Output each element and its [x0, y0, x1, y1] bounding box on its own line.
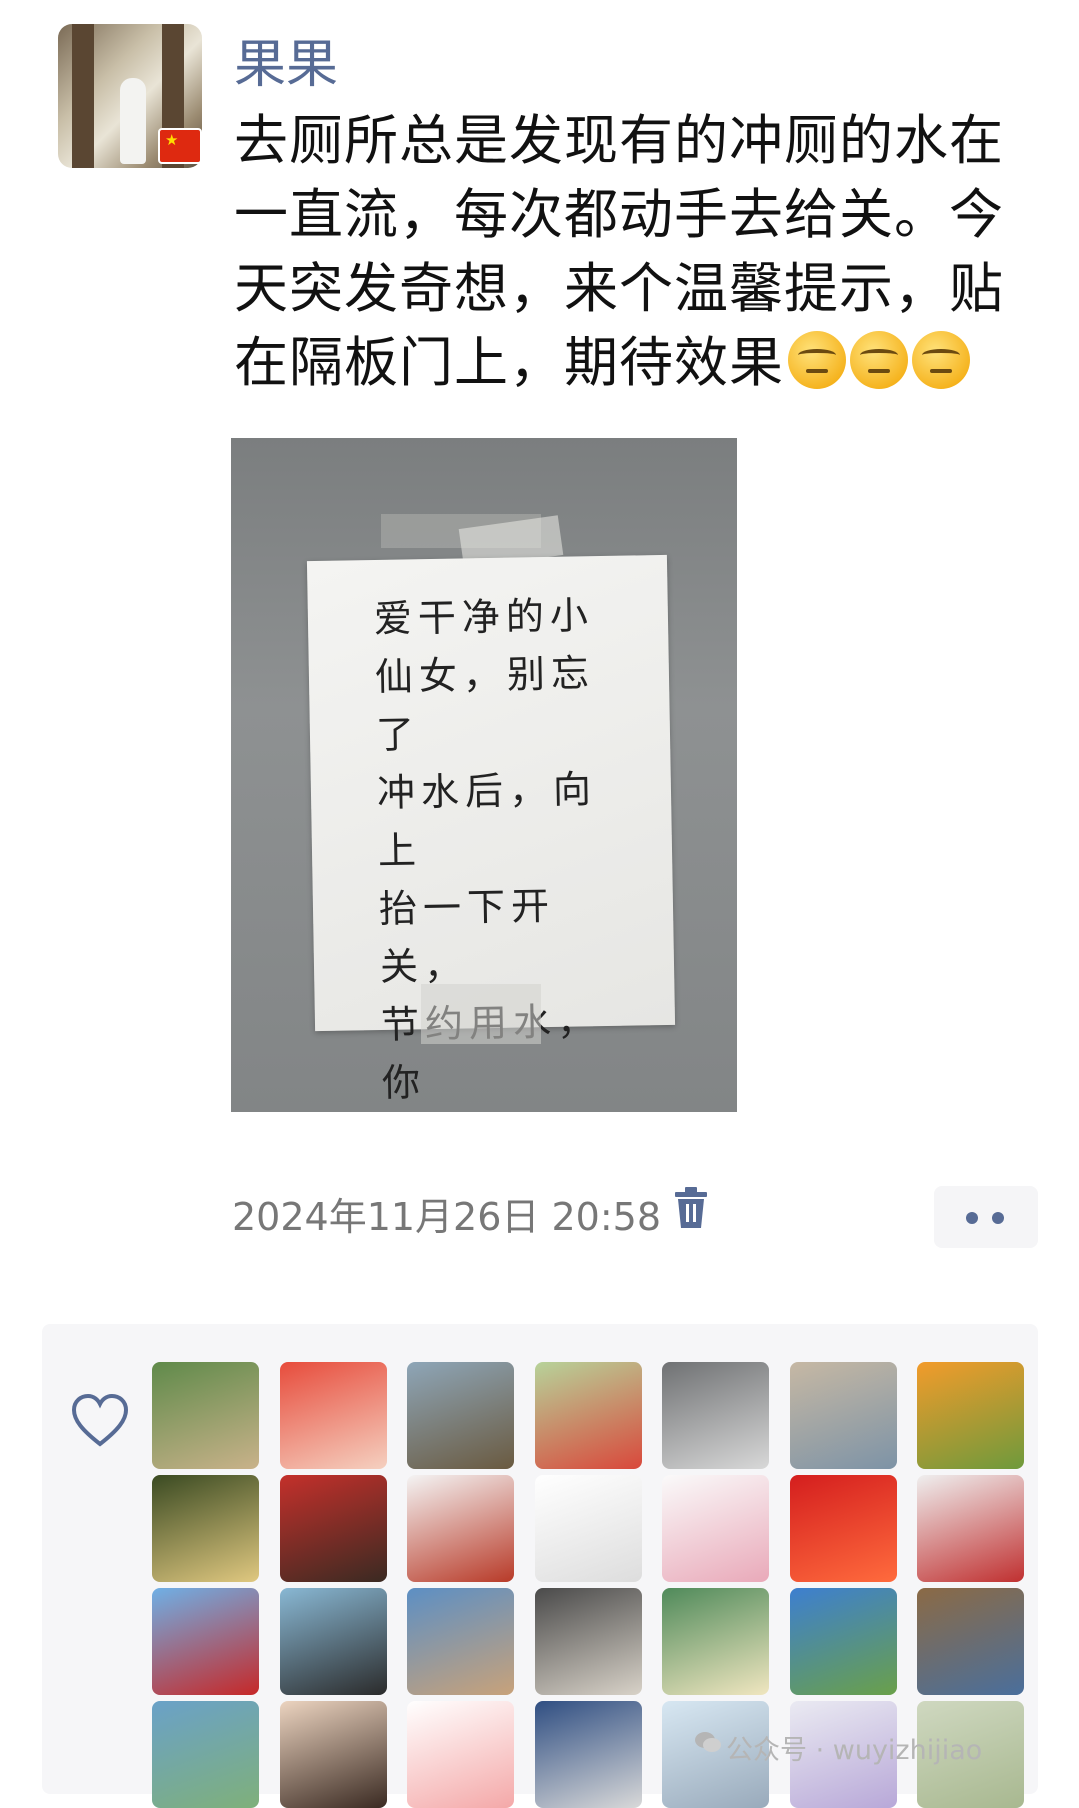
liker-avatar[interactable] [917, 1475, 1024, 1582]
liker-avatar[interactable] [279, 1362, 387, 1469]
liker-avatar[interactable] [152, 1588, 259, 1695]
post-text: 去厕所总是发现有的冲厕的水在 一直流，每次都动手去给关。今 天突发奇想，来个温馨… [234, 104, 1034, 400]
liker-avatar[interactable] [407, 1362, 514, 1469]
post-photo[interactable]: 爱干净的小 仙女，别忘了 冲水后，向上 抬一下开关， 节约用水，你 最美!!! [231, 438, 737, 1112]
liker-avatar[interactable] [789, 1362, 897, 1469]
liker-avatar[interactable] [279, 1475, 387, 1582]
liker-avatar[interactable] [279, 1588, 387, 1695]
dot [992, 1212, 1004, 1224]
liker-avatar[interactable] [407, 1701, 514, 1808]
liker-avatar[interactable] [662, 1362, 769, 1469]
liker-avatar[interactable] [407, 1475, 514, 1582]
smirk-emoji-icon [788, 331, 846, 389]
dot [966, 1212, 978, 1224]
liker-avatar[interactable] [152, 1362, 259, 1469]
liker-avatar[interactable] [917, 1362, 1024, 1469]
liker-avatar[interactable] [534, 1475, 642, 1582]
liker-avatar[interactable] [662, 1588, 769, 1695]
liker-avatar[interactable] [789, 1475, 897, 1582]
username[interactable]: 果果 [234, 22, 338, 97]
likes-panel [42, 1324, 1038, 1808]
post-timestamp: 2024年11月26日 20:58 [232, 1195, 662, 1239]
liker-avatar[interactable] [279, 1701, 387, 1808]
post-text-line: 去厕所总是发现有的冲厕的水在 [234, 109, 1004, 172]
liker-avatar[interactable] [152, 1475, 259, 1582]
liker-avatar[interactable] [789, 1588, 897, 1695]
liker-avatar[interactable] [407, 1588, 514, 1695]
liker-avatar[interactable] [152, 1701, 259, 1808]
liker-avatar[interactable] [534, 1701, 642, 1808]
liker-avatar[interactable] [662, 1475, 769, 1582]
trash-icon[interactable] [672, 1186, 710, 1230]
post-text-line: 天突发奇想，来个温馨提示，贴 [234, 257, 1004, 320]
post-text-line: 在隔板门上，期待效果 [234, 326, 1034, 400]
liker-avatar[interactable] [534, 1362, 642, 1469]
paper-note: 爱干净的小 仙女，别忘了 冲水后，向上 抬一下开关， 节约用水，你 最美!!! [306, 554, 676, 1105]
wechat-icon [695, 1732, 721, 1752]
post-text-line: 一直流，每次都动手去给关。今 [234, 183, 1004, 246]
more-options-button[interactable] [934, 1186, 1038, 1248]
smirk-emoji-icon [850, 331, 908, 389]
tape [421, 984, 541, 1044]
watermark-text: 公众号 · wuyizhijiao [726, 1735, 983, 1766]
heart-outline-icon [71, 1393, 129, 1447]
liker-avatar[interactable] [917, 1588, 1024, 1695]
post-text-last: 在隔板门上，期待效果 [234, 331, 784, 394]
liker-avatar[interactable] [534, 1588, 642, 1695]
smirk-emoji-icon [912, 331, 970, 389]
china-flag-badge [158, 128, 202, 164]
